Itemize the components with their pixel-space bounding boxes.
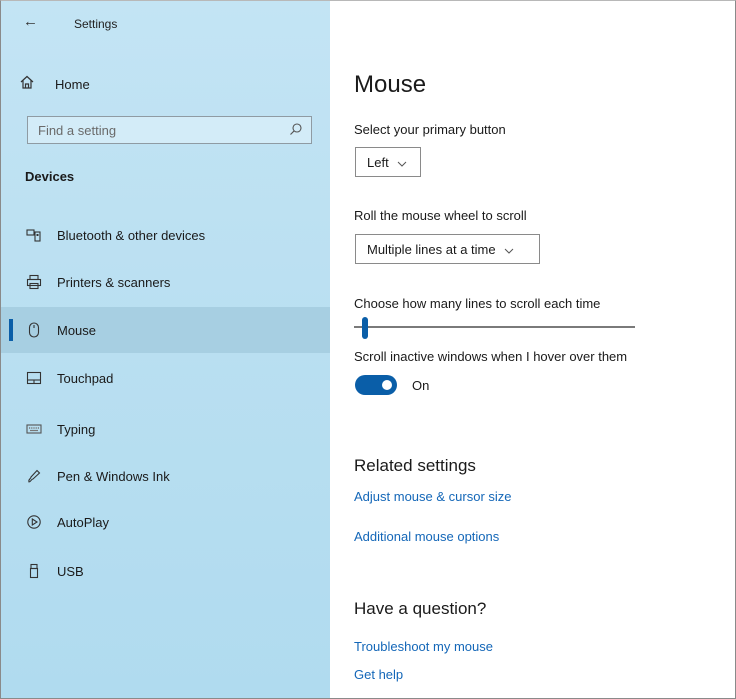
touchpad-icon (25, 369, 43, 387)
mouse-icon (25, 321, 43, 339)
sidebar-item-label: Pen & Windows Ink (57, 468, 170, 484)
scroll-lines-slider-thumb[interactable] (362, 317, 369, 339)
usb-icon (25, 562, 43, 580)
window-title: Settings (74, 17, 118, 31)
home-icon (15, 74, 39, 94)
link-adjust-cursor-size[interactable]: Adjust mouse & cursor size (354, 489, 512, 504)
nav-home[interactable]: Home (15, 69, 315, 99)
title-bar: ← Settings (1, 1, 330, 47)
sidebar-item-label: Bluetooth & other devices (57, 227, 206, 243)
sidebar-item-mouse[interactable]: Mouse (1, 307, 330, 353)
wheel-scroll-label: Roll the mouse wheel to scroll (354, 208, 527, 223)
sidebar-item-label: Typing (57, 421, 96, 437)
bluetooth-devices-icon (25, 226, 43, 244)
link-troubleshoot-mouse[interactable]: Troubleshoot my mouse (354, 639, 493, 654)
wheel-scroll-value: Multiple lines at a time (367, 241, 496, 257)
scroll-lines-label: Choose how many lines to scroll each tim… (354, 296, 601, 311)
chevron-down-icon (397, 157, 407, 167)
sidebar-item-label: Printers & scanners (57, 274, 171, 290)
nav-home-label: Home (55, 76, 90, 92)
section-heading-devices: Devices (25, 169, 75, 184)
sidebar-item-touchpad[interactable]: Touchpad (1, 355, 330, 401)
keyboard-icon (25, 420, 43, 438)
inactive-scroll-label: Scroll inactive windows when I hover ove… (354, 349, 628, 364)
inactive-scroll-toggle[interactable] (355, 375, 397, 395)
toggle-knob (382, 380, 392, 390)
sidebar-item-usb[interactable]: USB (1, 548, 330, 594)
primary-button-value: Left (367, 154, 389, 170)
primary-button-dropdown[interactable]: Left (355, 147, 421, 177)
link-additional-mouse-options[interactable]: Additional mouse options (354, 529, 499, 544)
sidebar-item-autoplay[interactable]: AutoPlay (1, 499, 330, 545)
scroll-lines-slider-track[interactable] (354, 326, 635, 328)
sidebar-item-label: Touchpad (57, 370, 114, 386)
main-content: Mouse Select your primary button Left Ro… (330, 1, 735, 698)
back-arrow-icon[interactable]: ← (23, 13, 38, 30)
sidebar-item-label: AutoPlay (57, 514, 110, 530)
question-heading: Have a question? (354, 599, 487, 618)
search-box[interactable] (27, 116, 312, 144)
sidebar-item-pen[interactable]: Pen & Windows Ink (1, 453, 330, 499)
pen-icon (25, 467, 43, 485)
related-settings-heading: Related settings (354, 456, 476, 475)
wheel-scroll-dropdown[interactable]: Multiple lines at a time (355, 234, 540, 264)
sidebar: ← Settings Home Devices Bluetooth & othe… (1, 1, 330, 698)
inactive-scroll-state: On (412, 378, 430, 393)
settings-window: ← Settings Home Devices Bluetooth & othe… (0, 0, 736, 699)
chevron-down-icon (504, 244, 514, 254)
sidebar-item-label: Mouse (57, 322, 97, 338)
autoplay-icon (25, 513, 43, 531)
sidebar-item-label: USB (57, 563, 84, 579)
link-get-help[interactable]: Get help (354, 667, 403, 682)
sidebar-item-printers[interactable]: Printers & scanners (1, 259, 330, 305)
primary-button-label: Select your primary button (354, 122, 506, 137)
printer-icon (25, 273, 43, 291)
sidebar-item-typing[interactable]: Typing (1, 406, 330, 452)
sidebar-item-bluetooth[interactable]: Bluetooth & other devices (1, 212, 330, 258)
search-input[interactable] (28, 117, 288, 143)
search-icon[interactable] (289, 122, 303, 136)
page-title: Mouse (354, 71, 427, 98)
